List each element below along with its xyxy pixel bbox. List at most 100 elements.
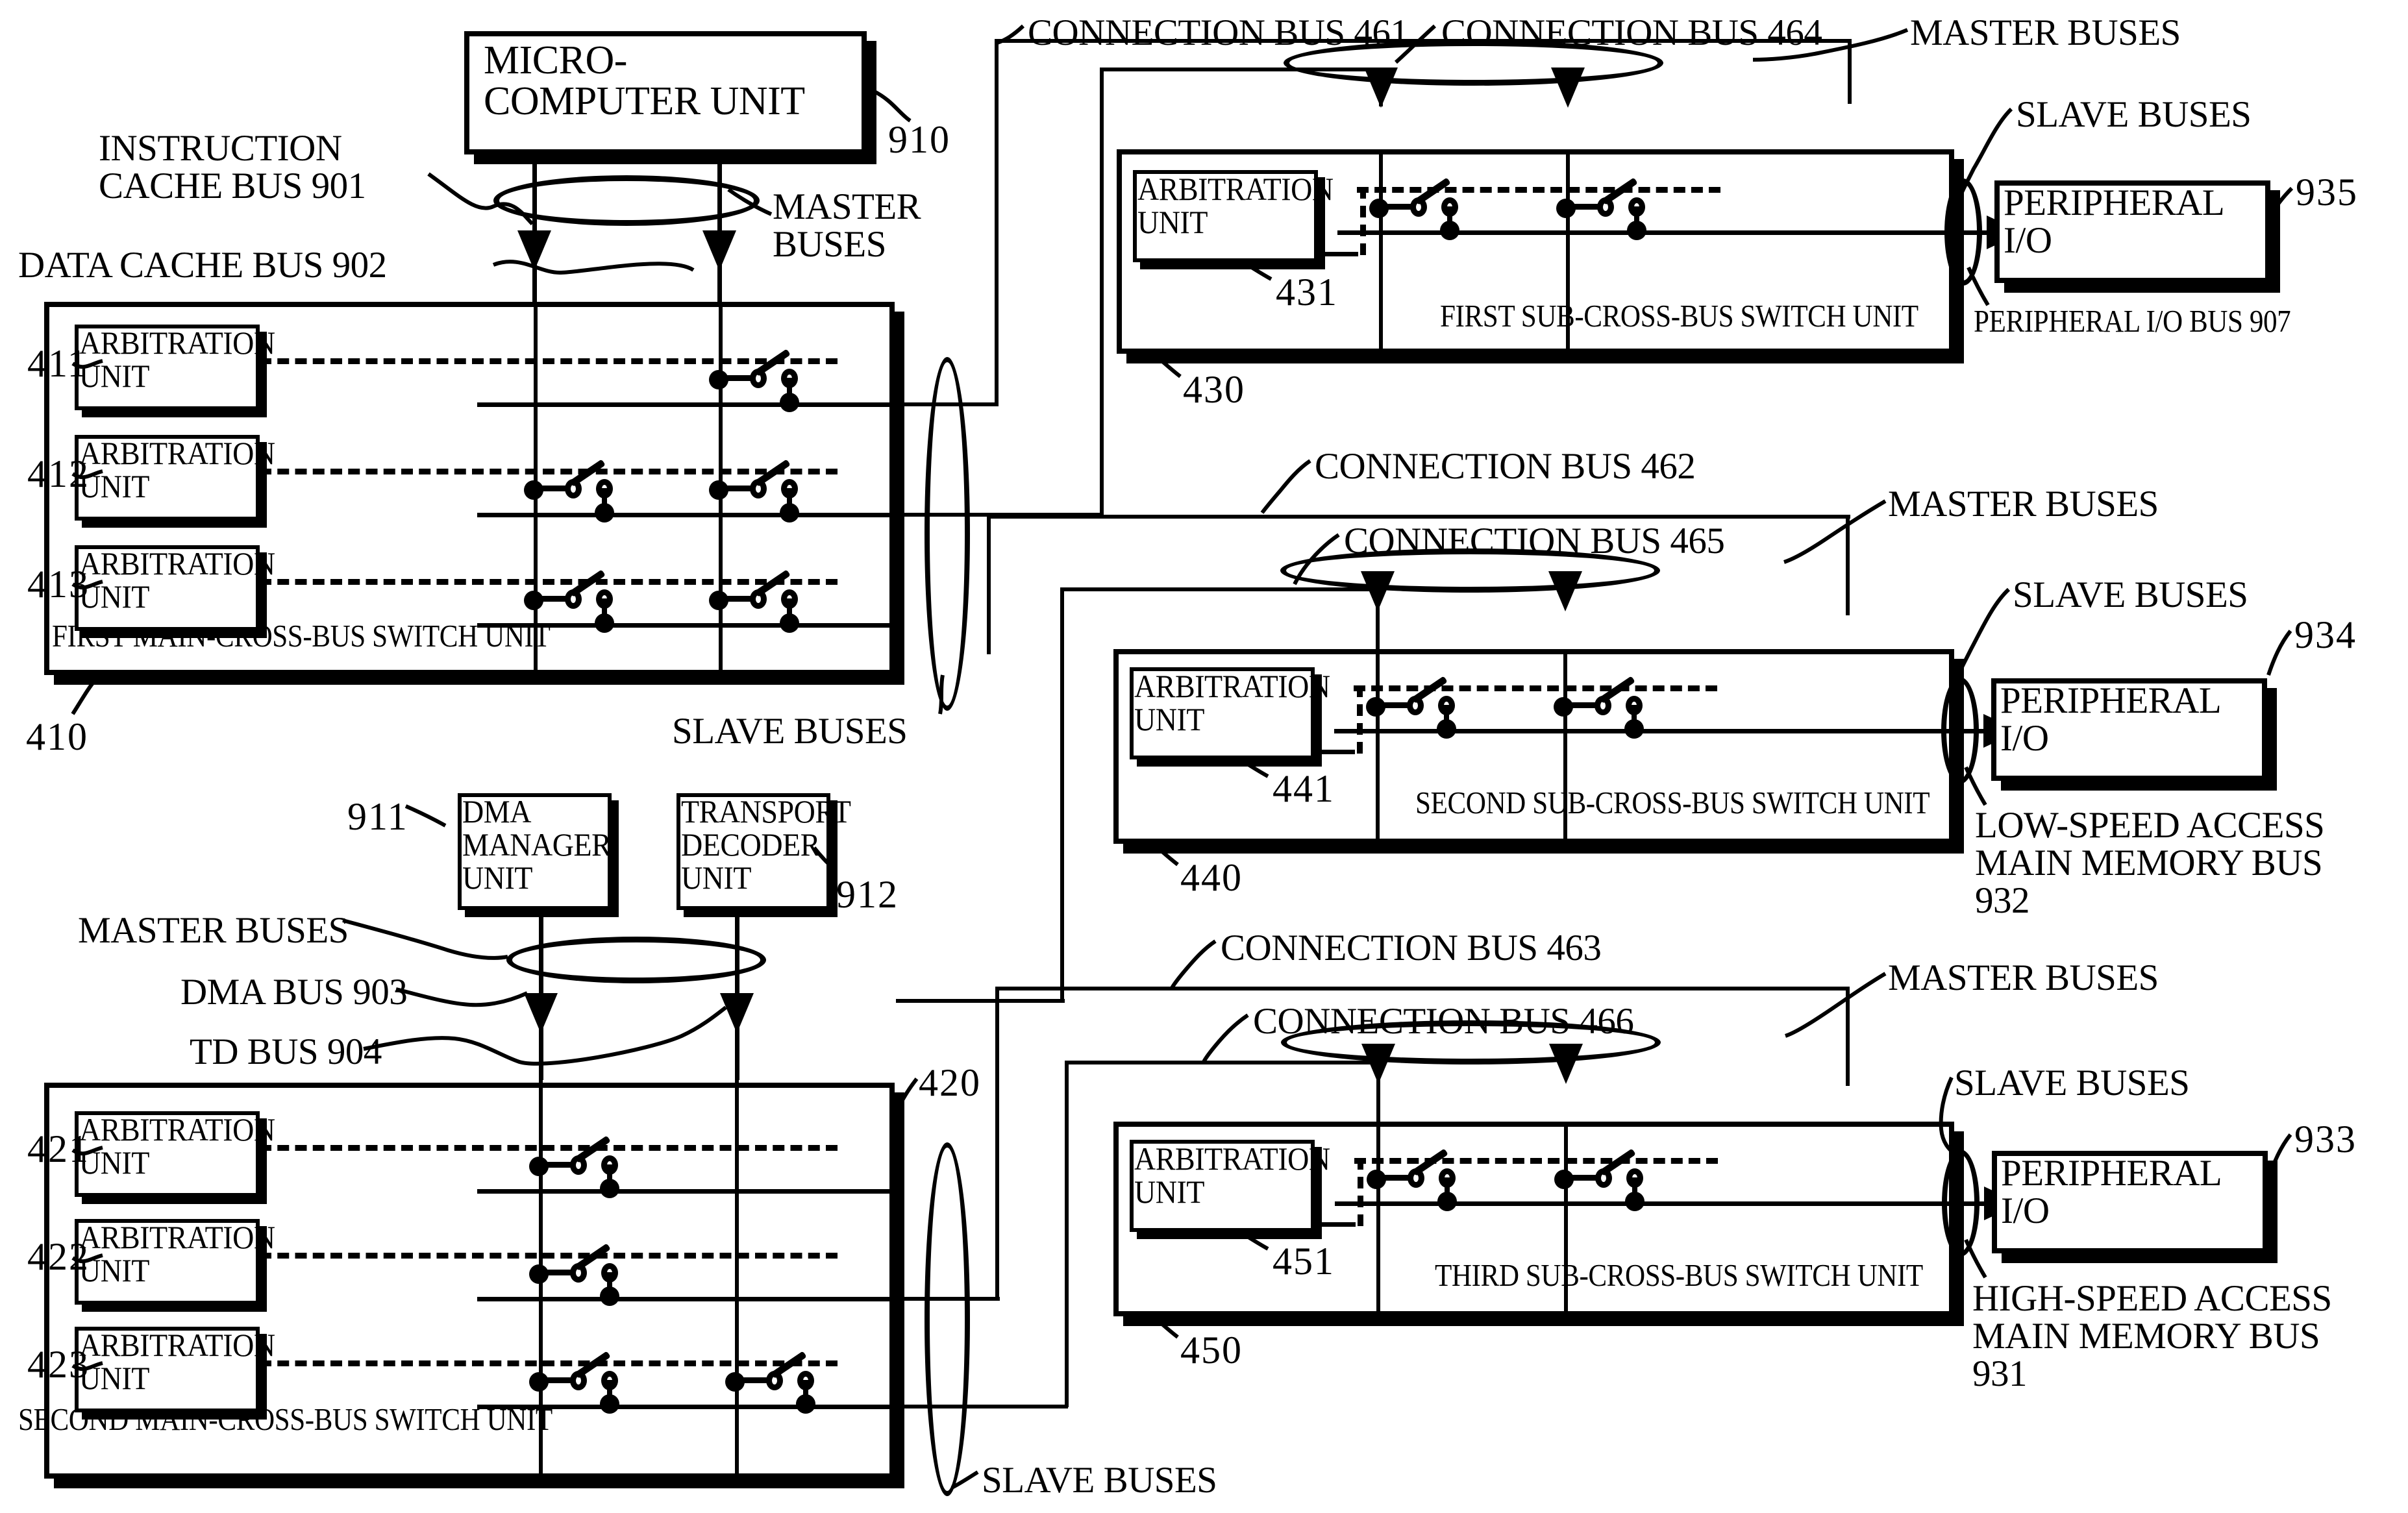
connection-bus-461-v-right xyxy=(1848,39,1852,104)
arbiter-ref-412: 412 xyxy=(27,452,90,495)
arbitration-unit-441-label: ARBITRATION UNIT xyxy=(1134,668,1330,737)
connection-bus-465-h-to-main2 xyxy=(896,999,1065,1003)
arbiter-ref-422: 422 xyxy=(27,1235,90,1278)
slave-bus-bundle-sub450 xyxy=(1942,1150,1980,1257)
connection-bus-465-h-run xyxy=(1060,587,1380,591)
arbitration-unit-412-label: ARBITRATION UNIT xyxy=(79,435,275,504)
crosspoint-switch[interactable] xyxy=(709,459,799,547)
connection-bus-461-h-lower xyxy=(893,402,999,406)
microcomputer-unit-label: MICRO- COMPUTER UNIT xyxy=(484,38,805,124)
crosspoint-switch[interactable] xyxy=(1554,1148,1645,1236)
data-cache-bus-label: DATA CACHE BUS 902 xyxy=(18,245,387,286)
dma-manager-unit-ref: 911 xyxy=(347,795,408,838)
crosspoint-switch[interactable] xyxy=(529,1351,619,1438)
crosspoint-switch[interactable] xyxy=(1556,177,1646,265)
peripheral-io-933-ref: 933 xyxy=(2294,1118,2357,1161)
sub440-arb-control-stub xyxy=(1315,750,1355,754)
arbitration-unit-423-label: ARBITRATION UNIT xyxy=(79,1327,275,1396)
connection-bus-463-v-left xyxy=(995,987,999,1299)
third-sub-cross-bus-switch-label: THIRD SUB-CROSS-BUS SWITCH UNIT xyxy=(1435,1257,1923,1293)
sub430-master-arrow-2 xyxy=(1551,68,1585,108)
master-bus-bundle-dma xyxy=(506,937,766,983)
peripheral-io-935-label: PERIPHERAL I/O xyxy=(2004,182,2225,262)
connection-bus-462-v-right xyxy=(1846,515,1850,615)
slave-bus-bundle-sub430 xyxy=(1944,178,1982,286)
first-sub-cross-bus-switch-ref: 430 xyxy=(1183,368,1245,411)
dma-manager-unit-label: DMA MANAGER UNIT xyxy=(462,793,612,896)
connection-bus-462-v-left xyxy=(987,515,991,654)
master-buses-label-sub450: MASTER BUSES xyxy=(1888,957,2159,998)
slave-bus-bundle-main1 xyxy=(925,357,970,711)
arbitration-unit-441-ref: 441 xyxy=(1272,767,1335,810)
connection-bus-463-h-run xyxy=(995,987,1848,990)
arbiter-ref-413: 413 xyxy=(27,563,90,606)
instruction-cache-arrow xyxy=(517,230,551,271)
slave-buses-label-main1: SLAVE BUSES xyxy=(672,711,908,752)
td-bus-904-label: TD BUS 904 xyxy=(190,1031,382,1072)
peripheral-io-934-ref: 934 xyxy=(2294,613,2357,656)
data-cache-arrow xyxy=(702,230,736,271)
instruction-cache-bus-label: INSTRUCTION CACHE BUS 901 xyxy=(99,128,366,207)
crosspoint-switch[interactable] xyxy=(1367,1148,1457,1236)
sub430-arb-control-stub xyxy=(1318,252,1358,256)
transport-decoder-unit-label: TRANSPORT DECODER UNIT xyxy=(681,793,851,896)
arbitration-unit-411-label: ARBITRATION UNIT xyxy=(79,325,275,394)
crosspoint-switch[interactable] xyxy=(524,569,614,657)
slave-bus-bundle-sub440 xyxy=(1941,677,1979,784)
master-buses-label-sub440: MASTER BUSES xyxy=(1888,484,2159,524)
arbitration-unit-421-label: ARBITRATION UNIT xyxy=(79,1111,275,1181)
arbitration-unit-431-label: ARBITRATION UNIT xyxy=(1137,171,1334,240)
dma-bus-arrow xyxy=(524,993,558,1033)
crosspoint-switch[interactable] xyxy=(709,349,799,436)
peripheral-io-bus-907-label: PERIPHERAL I/O BUS 907 xyxy=(1974,303,2291,339)
slave-buses-label-main2: SLAVE BUSES xyxy=(982,1460,1217,1501)
third-sub-cross-bus-switch-ref: 450 xyxy=(1180,1329,1243,1372)
crosspoint-switch[interactable] xyxy=(529,1243,619,1331)
connection-bus-466-v-left xyxy=(1065,1061,1069,1407)
connection-bus-463-h-from-main2 xyxy=(893,1297,1000,1301)
connection-bus-466-h-run xyxy=(1065,1061,1380,1064)
arbitration-unit-431-ref: 431 xyxy=(1276,271,1338,314)
connection-bus-462-h-run xyxy=(987,515,1850,519)
second-sub-cross-bus-switch-label: SECOND SUB-CROSS-BUS SWITCH UNIT xyxy=(1415,785,1930,820)
arbitration-unit-413-label: ARBITRATION UNIT xyxy=(79,545,275,615)
sub440-control-line-v xyxy=(1357,685,1363,754)
sub450-master-arrow-1 xyxy=(1361,1044,1395,1084)
sub430-master-arrow-1 xyxy=(1364,68,1398,108)
crosspoint-switch[interactable] xyxy=(529,1135,619,1223)
low-speed-main-memory-bus-932-label: LOW-SPEED ACCESS MAIN MEMORY BUS 932 xyxy=(1975,805,2325,922)
first-main-cross-bus-switch-ref: 410 xyxy=(26,715,88,758)
peripheral-io-934-label: PERIPHERAL I/O xyxy=(2000,680,2222,759)
second-main-cross-bus-switch-ref: 420 xyxy=(919,1061,981,1104)
crosspoint-switch[interactable] xyxy=(1554,676,1644,763)
second-sub-cross-bus-switch-ref: 440 xyxy=(1180,856,1243,899)
master-buses-label-mcu: MASTER BUSES xyxy=(773,186,921,265)
arbitration-unit-422-label: ARBITRATION UNIT xyxy=(79,1219,275,1288)
crosspoint-switch[interactable] xyxy=(524,459,614,547)
crosspoint-switch[interactable] xyxy=(709,569,799,657)
crosspoint-switch[interactable] xyxy=(725,1351,815,1438)
slave-bus-bundle-main2 xyxy=(925,1142,970,1496)
peripheral-io-935-ref: 935 xyxy=(2296,171,2358,214)
connection-bus-463-label: CONNECTION BUS 463 xyxy=(1221,928,1602,968)
sub450-master-arrow-2 xyxy=(1549,1044,1583,1084)
peripheral-io-933-label: PERIPHERAL I/O xyxy=(2001,1153,2222,1232)
slave-buses-label-sub440: SLAVE BUSES xyxy=(2013,574,2248,615)
microcomputer-unit-ref: 910 xyxy=(888,118,950,161)
crosspoint-switch[interactable] xyxy=(1366,676,1456,763)
master-buses-label-dma: MASTER BUSES xyxy=(78,910,349,951)
master-bus-bundle-sub430 xyxy=(1284,40,1663,86)
td-bus-arrow xyxy=(720,993,754,1033)
connection-bus-466-h-from-main2 xyxy=(893,1405,1068,1408)
slave-buses-label-sub430: SLAVE BUSES xyxy=(2016,94,2252,135)
patent-figure-canvas: MICRO- COMPUTER UNIT 910 INSTRUCTION CAC… xyxy=(0,0,2408,1513)
sub450-control-line-v xyxy=(1358,1158,1363,1226)
arbitration-unit-451-label: ARBITRATION UNIT xyxy=(1134,1140,1330,1210)
crosspoint-switch[interactable] xyxy=(1369,177,1459,265)
connection-bus-463-v-right xyxy=(1846,987,1850,1086)
connection-bus-465-v-left xyxy=(1060,587,1064,1003)
connection-bus-462-label: CONNECTION BUS 462 xyxy=(1315,446,1696,487)
transport-decoder-unit-ref: 912 xyxy=(836,873,899,916)
master-bus-bundle-mcu xyxy=(493,175,760,226)
connection-bus-464-v xyxy=(1100,68,1104,517)
